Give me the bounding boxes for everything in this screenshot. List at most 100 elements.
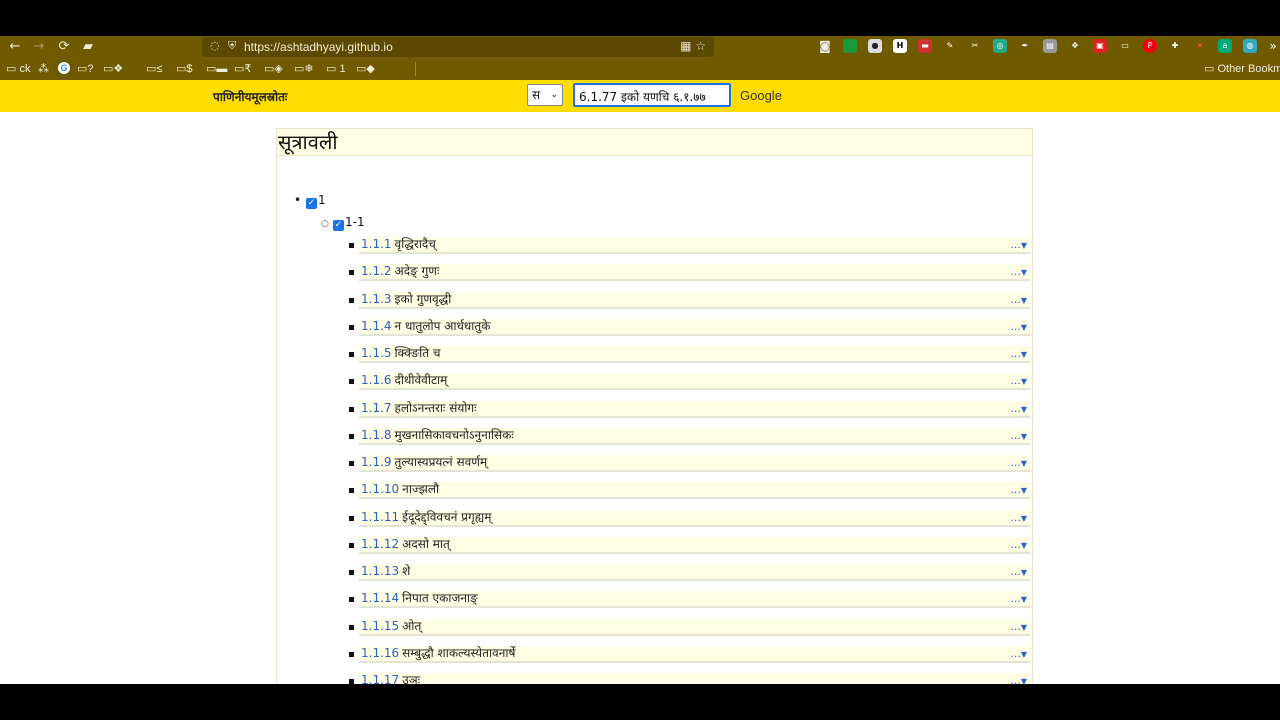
sutra-row: 1.1.2 अदेङ् गुणः ...▼ [345, 264, 1032, 282]
url-text[interactable]: https://ashtadhyayi.github.io [244, 40, 393, 54]
sutra-text: दीधीवेवीटाम् [394, 373, 448, 388]
bookmark-folder-dollar[interactable]: ▭$ [176, 62, 193, 75]
extension-badge-icon[interactable]: ✥ [1068, 39, 1082, 53]
sutra-text: क्क्ङिति च [394, 346, 441, 360]
triangle-down-icon: ▼ [1020, 568, 1027, 577]
sutra-expand-button[interactable]: ...▼ [1010, 510, 1027, 526]
more-label: ... [1010, 238, 1021, 251]
bookmark-folder-diamond[interactable]: ▭◆ [356, 62, 375, 75]
extension-grey-icon[interactable]: ▤ [1043, 39, 1057, 53]
extension-tool-icon[interactable]: ✂ [968, 39, 982, 53]
pada-checkbox[interactable]: ✓ [333, 220, 344, 231]
tab-icon[interactable]: ▰ [79, 38, 97, 56]
bookmark-folder-le[interactable]: ▭≤ [146, 62, 162, 75]
adhyaya-checkbox[interactable]: ✓ [306, 198, 317, 209]
extension-leaf-icon[interactable]: ✎ [943, 39, 957, 53]
sutra-number-link[interactable]: 1.1.16 [359, 646, 399, 660]
back-button[interactable]: ← [6, 38, 24, 56]
sutra-expand-button[interactable]: ...▼ [1010, 537, 1027, 553]
bookmark-folder-1[interactable]: ▭ 1 [326, 62, 346, 75]
sutra-expand-button[interactable]: ...▼ [1010, 428, 1027, 444]
sutra-expand-button[interactable]: ...▼ [1010, 319, 1027, 335]
sutra-expand-button[interactable]: ...▼ [1010, 673, 1027, 684]
sutra-number-link[interactable]: 1.1.10 [359, 482, 399, 496]
sutra-expand-button[interactable]: ...▼ [1010, 346, 1027, 362]
sutra-text: ईदूदेद्द्विवचनं प्रगृह्यम् [402, 509, 492, 524]
info-icon[interactable]: ◌ [210, 39, 220, 52]
sutra-number-link[interactable]: 1.1.1 [359, 237, 392, 251]
bookmarks-bar: ▭ ck ⁂ G ▭? ▭❖ ▭≤ ▭$ ▭▬ ▭₹ ▭◈ ▭❄ ▭ 1 ▭◆ … [0, 58, 1280, 80]
square-bullet-icon [349, 324, 354, 330]
bookmark-star-icon[interactable]: ▦ ☆ [680, 39, 706, 53]
extension-red-icon[interactable]: ▬ [918, 39, 932, 53]
extension-record-icon[interactable]: ▣ [1093, 39, 1107, 53]
extension-teal-icon[interactable]: ◎ [993, 39, 1007, 53]
sutra-number-link[interactable]: 1.1.6 [359, 373, 392, 387]
site-brand-link[interactable]: पाणिनीयमूलस्रोतः [213, 88, 287, 105]
google-search-button[interactable]: Google [740, 88, 782, 103]
sutra-number-link[interactable]: 1.1.11 [359, 510, 399, 524]
extension-globe-icon[interactable]: ◍ [1243, 39, 1257, 53]
extension-x-icon[interactable]: ✕ [1193, 39, 1207, 53]
bookmark-folder-gem[interactable]: ▭◈ [264, 62, 283, 75]
sutra-number-link[interactable]: 1.1.9 [359, 455, 392, 469]
sutra-text: उञः [402, 673, 421, 684]
sutra-number-link[interactable]: 1.1.15 [359, 619, 399, 633]
sutra-number-link[interactable]: 1.1.8 [359, 428, 392, 442]
sutra-text: शे [402, 564, 411, 578]
extension-h-icon[interactable]: H [893, 39, 907, 53]
extensions-grid-icon[interactable]: ✚ [1168, 39, 1182, 53]
bookmark-folder-bar[interactable]: ▭▬ [206, 62, 227, 75]
sutra-expand-button[interactable]: ...▼ [1010, 455, 1027, 471]
bookmark-folder-ck[interactable]: ▭ ck [6, 62, 30, 75]
sutra-number-link[interactable]: 1.1.14 [359, 591, 399, 605]
script-select[interactable]: स ⌄ [527, 84, 563, 106]
sutra-expand-button[interactable]: ...▼ [1010, 401, 1027, 417]
sutra-row: 1.1.5 क्क्ङिति च ...▼ [345, 346, 1032, 363]
sutra-expand-button[interactable]: ...▼ [1010, 237, 1027, 253]
bookmark-folder-mixed[interactable]: ▭❖ [103, 62, 123, 75]
bookmark-folder-rupee[interactable]: ▭₹ [234, 62, 251, 75]
sutra-number-link[interactable]: 1.1.4 [359, 319, 392, 333]
google-bookmark-icon[interactable]: G [58, 62, 70, 74]
pocket-icon[interactable]: ◙ [818, 39, 832, 53]
more-label: ... [1010, 592, 1021, 606]
shield-icon[interactable]: ⛨ [228, 39, 236, 53]
extension-screen-icon[interactable]: ▭ [1118, 39, 1132, 53]
bookmark-item[interactable]: ⁂ [38, 62, 49, 75]
triangle-down-icon: ▼ [1020, 241, 1027, 250]
extension-user-icon[interactable]: ● [868, 39, 882, 53]
forward-button[interactable]: → [30, 38, 48, 56]
extension-pen-icon[interactable]: ✒ [1018, 39, 1032, 53]
sutra-number-link[interactable]: 1.1.17 [359, 673, 399, 684]
sutra-number-link[interactable]: 1.1.12 [359, 537, 399, 551]
other-bookmarks-folder[interactable]: ▭ Other Bookm [1204, 62, 1280, 75]
pinterest-icon[interactable]: P [1143, 39, 1157, 53]
sutra-number-link[interactable]: 1.1.7 [359, 401, 392, 415]
sutra-text: अदसो मात् [402, 536, 450, 551]
bookmark-folder-question[interactable]: ▭? [77, 62, 94, 75]
bookmark-folder-snow[interactable]: ▭❄ [294, 62, 314, 75]
sutra-expand-button[interactable]: ...▼ [1010, 646, 1027, 662]
sutra-expand-button[interactable]: ...▼ [1010, 564, 1027, 580]
url-bar[interactable]: ⛨ ◌ https://ashtadhyayi.github.io ▦ ☆ [202, 37, 714, 57]
tree-node-pada: ○ ✓ 1-1 [321, 215, 365, 231]
overflow-menu-icon[interactable]: » [1266, 39, 1280, 53]
sutra-expand-button[interactable]: ...▼ [1010, 264, 1027, 280]
sutra-number-link[interactable]: 1.1.13 [359, 564, 399, 578]
sutra-expand-button[interactable]: ...▼ [1010, 619, 1027, 635]
sutra-expand-button[interactable]: ...▼ [1010, 292, 1027, 308]
sutra-expand-button[interactable]: ...▼ [1010, 591, 1027, 607]
sutra-expand-button[interactable]: ...▼ [1010, 482, 1027, 498]
sutra-expand-button[interactable]: ...▼ [1010, 373, 1027, 389]
search-input[interactable]: 6.1.77 इको यणचि ६.१.७७ [573, 83, 731, 107]
extension-a-icon[interactable]: a [1218, 39, 1232, 53]
sutra-text: इको गुणवृद्धी [394, 291, 452, 306]
sutra-number-link[interactable]: 1.1.3 [359, 292, 392, 306]
reload-button[interactable]: ⟳ [55, 38, 73, 56]
sutra-number-link[interactable]: 1.1.2 [359, 264, 392, 278]
sutra-number-link[interactable]: 1.1.5 [359, 346, 392, 360]
extension-green-icon[interactable] [843, 39, 857, 53]
sutra-item: 1.1.7 हलोऽनन्तराः संयोगः ...▼ [359, 400, 1030, 418]
app-header: पाणिनीयमूलस्रोतः स ⌄ 6.1.77 इको यणचि ६.१… [0, 80, 1280, 112]
